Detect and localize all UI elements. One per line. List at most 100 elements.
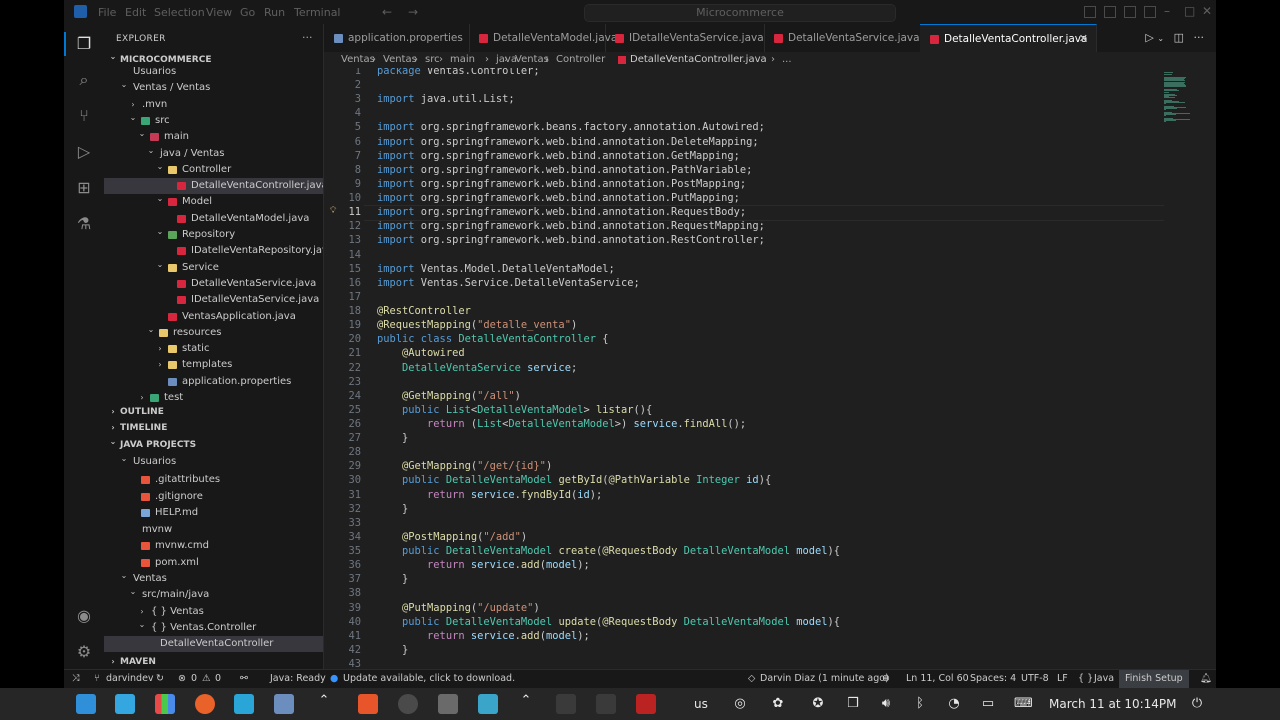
sync-icon[interactable]: ↻: [156, 670, 164, 688]
tree-item[interactable]: IDetalleVentaService.java: [104, 292, 323, 308]
code-line[interactable]: @PutMapping("/update"): [377, 602, 540, 614]
chevron-down-icon[interactable]: ⌄: [108, 434, 118, 450]
tree-item[interactable]: application.properties: [104, 374, 323, 390]
tree-item[interactable]: DetalleVentaService.java: [104, 276, 323, 292]
java-project-item[interactable]: pom.xml: [104, 555, 323, 571]
code-line[interactable]: import org.springframework.web.bind.anno…: [377, 234, 765, 246]
minimap[interactable]: [1160, 68, 1216, 669]
java-project-item[interactable]: mvnw.cmd: [104, 538, 323, 554]
chevron-down-icon[interactable]: ⌄: [155, 257, 165, 273]
git-blame[interactable]: Darvin Diaz (1 minute ago): [760, 670, 889, 688]
java-project-item[interactable]: DetalleVentaController: [104, 636, 323, 652]
text-editor-icon[interactable]: [274, 694, 294, 714]
chevron-down-icon[interactable]: ⌄: [119, 568, 129, 584]
tree-item[interactable]: VentasApplication.java: [104, 309, 323, 325]
brave-icon[interactable]: [358, 694, 378, 714]
tree-item[interactable]: › static: [104, 341, 323, 357]
ime-icon[interactable]: ⌨: [1014, 696, 1033, 711]
settings-app-icon[interactable]: [438, 694, 458, 714]
extensions-icon[interactable]: ⊞: [74, 178, 94, 198]
chevron-right-icon[interactable]: ›: [108, 404, 118, 420]
tab-detalleventaservice-java[interactable]: DetalleVentaService.java: [764, 24, 921, 52]
tree-item[interactable]: DetalleVentaModel.java: [104, 211, 323, 227]
menu-view[interactable]: View: [206, 6, 232, 19]
app-grid-icon[interactable]: [155, 694, 175, 714]
code-line[interactable]: @GetMapping("/get/{id}"): [377, 460, 552, 472]
breadcrumb-item[interactable]: DetalleVentaController.java: [630, 52, 767, 68]
chevron-down-icon[interactable]: ⌄: [146, 322, 156, 338]
java-project-item[interactable]: .gitignore: [104, 489, 323, 505]
java-project-item[interactable]: ⌄ { } Ventas.Controller: [104, 620, 323, 636]
chrome-icon[interactable]: ◎: [732, 696, 748, 711]
wifi-icon[interactable]: ◔: [946, 696, 962, 711]
tree-item[interactable]: ⌄ Repository: [104, 227, 323, 243]
code-line[interactable]: import org.springframework.web.bind.anno…: [377, 192, 740, 204]
maximize-icon[interactable]: □: [1184, 4, 1195, 18]
keyboard-layout[interactable]: us: [694, 697, 708, 711]
code-line[interactable]: import java.util.List;: [377, 93, 515, 105]
code-line[interactable]: import org.springframework.web.bind.anno…: [377, 206, 746, 218]
record-icon[interactable]: [636, 694, 656, 714]
settings-gear-icon[interactable]: ⚙: [74, 642, 94, 662]
breadcrumb-item[interactable]: ...: [782, 52, 792, 68]
code-line[interactable]: public DetalleVentaModel update(@Request…: [377, 616, 840, 628]
chevron-down-icon[interactable]: ⌄: [155, 224, 165, 240]
code-line[interactable]: public List<DetalleVentaModel> listar(){: [377, 404, 652, 416]
chevron-down-icon[interactable]: ⌄: [128, 110, 138, 126]
java-project-item[interactable]: HELP.md: [104, 505, 323, 521]
account-icon[interactable]: ◉: [74, 606, 94, 626]
code-line[interactable]: return (List<DetalleVentaModel>) service…: [377, 418, 746, 430]
menu-go[interactable]: Go: [240, 6, 255, 19]
layout-customize-icon[interactable]: [1144, 6, 1156, 18]
section-maven[interactable]: › MAVEN: [104, 654, 323, 669]
code-line[interactable]: return service.add(model);: [377, 559, 590, 571]
breadcrumb-item[interactable]: Ventas: [341, 52, 375, 68]
code-line[interactable]: import org.springframework.web.bind.anno…: [377, 220, 765, 232]
close-tab-icon[interactable]: ✕: [1079, 25, 1088, 53]
problems-count[interactable]: 0: [191, 670, 197, 688]
chevron-right-icon[interactable]: ›: [108, 654, 118, 669]
remote-icon[interactable]: ⤨: [72, 670, 80, 688]
command-center[interactable]: Microcommerce: [584, 4, 896, 22]
warnings-count[interactable]: 0: [215, 670, 221, 688]
code-line[interactable]: package Ventas.Controller;: [377, 68, 540, 77]
source-control-icon[interactable]: ⑂: [74, 106, 94, 126]
chevron-down-icon[interactable]: ⌄: [137, 126, 147, 142]
tree-item[interactable]: DetalleVentaController.java: [104, 178, 323, 195]
code-line[interactable]: import org.springframework.web.bind.anno…: [377, 136, 759, 148]
chevron-down-icon[interactable]: ⌄: [128, 584, 138, 600]
code-line[interactable]: return service.add(model);: [377, 630, 590, 642]
run-dropdown-icon[interactable]: ⌄: [1157, 34, 1164, 43]
code-line[interactable]: import Ventas.Model.DetalleVentaModel;: [377, 263, 615, 275]
tree-item[interactable]: ⌄ Ventas / Ventas: [104, 80, 323, 96]
tree-item[interactable]: ⌄ main: [104, 129, 323, 145]
breadcrumb-item[interactable]: main: [450, 52, 475, 68]
code-editor[interactable]: 1 package Ventas.Controller; 2 3 import java…: [324, 68, 1216, 669]
zoom-icon[interactable]: ⊕: [882, 670, 890, 688]
java-project-item[interactable]: ⌄ src/main/java: [104, 587, 323, 603]
code-line[interactable]: public DetalleVentaModel create(@Request…: [377, 545, 840, 557]
chevron-down-icon[interactable]: ⌄: [119, 77, 129, 93]
code-line[interactable]: public class DetalleVentaController {: [377, 333, 608, 345]
split-editor-icon[interactable]: ◫: [1174, 31, 1184, 44]
section-timeline[interactable]: › TIMELINE: [104, 420, 323, 436]
cursor-position[interactable]: Ln 11, Col 60: [906, 670, 969, 688]
obs-icon[interactable]: [398, 694, 418, 714]
tree-item[interactable]: IDatelleVentaRepository.java: [104, 243, 323, 259]
tab-detalleventamodel-java[interactable]: DetalleVentaModel.java: [469, 24, 617, 52]
explorer-icon[interactable]: ❐: [74, 34, 94, 54]
back-arrow-icon[interactable]: ←: [382, 5, 392, 19]
chevron-down-icon[interactable]: ⌄: [146, 143, 156, 159]
run-debug-icon[interactable]: ▷: [74, 142, 94, 162]
tab-detalleventacontroller-java[interactable]: DetalleVentaController.java ✕: [920, 24, 1097, 53]
branch-name[interactable]: darvindev: [106, 670, 154, 688]
tree-item[interactable]: ⌄ Model: [104, 194, 323, 210]
language-mode[interactable]: Java: [1094, 670, 1114, 688]
layout-panel-icon[interactable]: [1104, 6, 1116, 18]
menu-run[interactable]: Run: [264, 6, 285, 19]
end-of-line[interactable]: LF: [1057, 670, 1068, 688]
code-line[interactable]: import org.springframework.beans.factory…: [377, 121, 765, 133]
code-line[interactable]: import Ventas.Service.DetalleVentaServic…: [377, 277, 640, 289]
java-project-item[interactable]: mvnw: [104, 522, 323, 538]
code-line[interactable]: import org.springframework.web.bind.anno…: [377, 178, 746, 190]
